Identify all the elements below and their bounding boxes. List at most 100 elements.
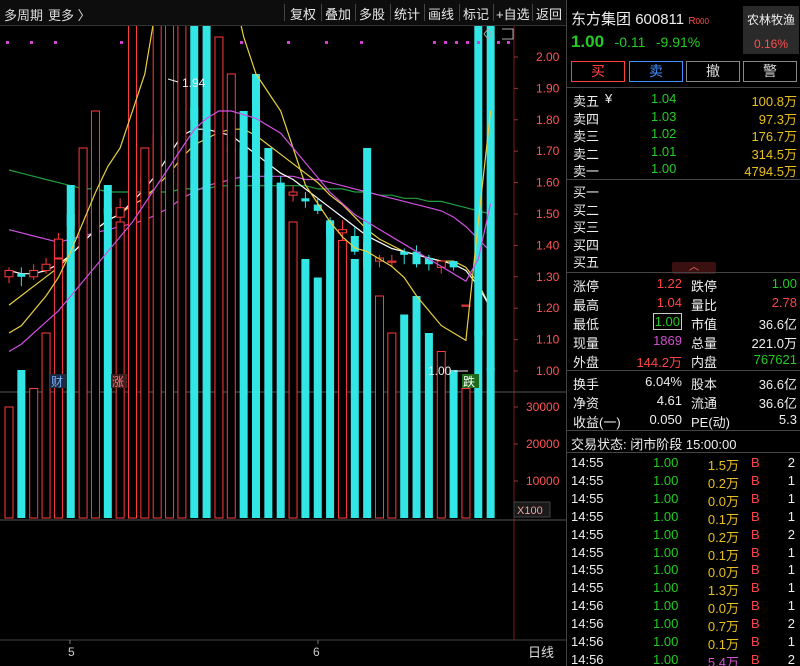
event-dot — [433, 41, 436, 44]
trade-status: 交易状态: 闭市阶段 15:00:00 — [571, 437, 737, 452]
buy-button[interactable]: 买 — [571, 61, 625, 82]
tick-time: 14:55 — [571, 526, 604, 542]
volume-bar — [301, 259, 310, 518]
tick-time: 14:56 — [571, 598, 604, 614]
stats2-row: 净资 4.61 流通 36.6亿 — [567, 392, 800, 411]
stats-row: 现量 1869 总量 221.0万 — [567, 332, 800, 351]
stat-label: 换手 — [573, 377, 600, 392]
tick-row: 14:55 1.00 1.5万 B 2 — [567, 454, 800, 473]
candle-body — [288, 191, 298, 196]
stock-name: 东方集团 — [571, 11, 632, 28]
tick-time: 14:55 — [571, 508, 604, 524]
event-dot — [360, 41, 363, 44]
sector-box[interactable]: 农林牧渔 0.16% — [743, 6, 799, 54]
overlay-button[interactable]: 叠加 — [325, 4, 351, 23]
mark-button[interactable]: 标记 — [463, 4, 489, 23]
stat-value: 36.6亿 — [758, 317, 797, 332]
candle-body — [337, 229, 347, 234]
tick-price: 1.00 — [653, 598, 679, 614]
buy-level-1[interactable]: 买一 — [567, 181, 800, 200]
volume-bar — [177, 26, 187, 519]
buy-level-4[interactable]: 买四 — [567, 234, 800, 253]
tick-side: B — [751, 562, 760, 578]
candle-body — [449, 261, 458, 268]
alert-button[interactable]: 警 — [743, 61, 797, 82]
volume-bar — [449, 370, 458, 518]
buy-level-2[interactable]: 买二 — [567, 199, 800, 218]
multi-period-button[interactable]: 多周期 — [4, 5, 43, 24]
yen-icon: ¥ — [605, 91, 613, 106]
quote-panel: 东方集团 600811 R000 农林牧渔 0.16% 1.00 -0.11 -… — [566, 0, 800, 666]
multi-stock-button[interactable]: 多股 — [359, 4, 385, 23]
tick-price: 1.00 — [653, 544, 679, 560]
tick-time: 14:56 — [571, 616, 604, 632]
volume-bar — [17, 370, 26, 518]
price-tick-label: 1.50 — [536, 207, 560, 221]
candle-body — [41, 263, 51, 272]
sell-level-2[interactable]: 卖二 1.01 314.5万 — [567, 143, 800, 162]
tick-side: B — [751, 634, 760, 649]
tick-side: B — [751, 490, 760, 506]
sell-button[interactable]: 卖 — [629, 61, 683, 82]
tick-price: 1.00 — [653, 634, 679, 649]
tick-time: 14:56 — [571, 634, 604, 649]
sell-level-price: 1.04 — [651, 91, 677, 106]
tick-count: 1 — [787, 580, 795, 596]
volume-tick-label: 20000 — [526, 437, 560, 451]
volume-bar — [103, 185, 112, 518]
stat-label: PE(动) — [691, 415, 731, 430]
adjust-button[interactable]: 复权 — [290, 4, 316, 23]
stat-value: 221.0万 — [751, 336, 797, 351]
stat-label: 净资 — [573, 396, 600, 411]
tick-side: B — [751, 526, 760, 542]
tick-row: 14:55 1.00 0.0万 B 1 — [567, 561, 800, 580]
sell-level-price: 1.00 — [651, 161, 677, 176]
stat-value: 2.78 — [771, 295, 797, 310]
tick-time: 14:55 — [571, 490, 604, 506]
stat-value: 36.6亿 — [758, 396, 797, 411]
volume-bar — [461, 388, 471, 519]
more-label: 更多 — [48, 8, 75, 23]
more-button[interactable]: 更多 〉 — [48, 5, 91, 24]
tick-row: 14:56 1.00 5.4万 B 2 — [567, 651, 800, 666]
stats-row: 最高 1.04 量比 2.78 — [567, 294, 800, 313]
volume-bar — [326, 222, 335, 518]
stat-label: 流通 — [691, 396, 718, 411]
tick-row: 14:55 1.00 0.0万 B 1 — [567, 490, 800, 509]
sell-level-price: 1.03 — [651, 108, 677, 124]
candle-body — [17, 273, 26, 277]
sell-level-price: 1.01 — [651, 143, 677, 159]
tick-count: 1 — [787, 598, 795, 614]
volume-bar — [239, 111, 248, 518]
add-watchlist-button[interactable]: +自选 — [496, 4, 530, 23]
draw-line-button[interactable]: 画线 — [428, 4, 454, 23]
stat-label: 外盘 — [573, 355, 600, 370]
tick-row: 14:56 1.00 0.1万 B 1 — [567, 633, 800, 652]
sell-level-3[interactable]: 卖三 1.02 176.7万 — [567, 125, 800, 144]
cancel-order-button[interactable]: 撤 — [686, 61, 740, 82]
statistics-button[interactable]: 统计 — [394, 4, 420, 23]
tick-count: 2 — [787, 616, 795, 632]
panel-toggle-icon[interactable] — [502, 28, 514, 40]
tick-side: B — [751, 508, 760, 524]
price-tick-label: 1.10 — [536, 333, 560, 347]
candlestick-chart[interactable]: 1.94 1.00 2.00 1.90 1.80 1.70 1.60 1.50 1.40 1.… — [0, 26, 566, 666]
volume-bar — [41, 332, 51, 519]
buy-level-3[interactable]: 买三 — [567, 216, 800, 235]
tick-time: 14:56 — [571, 651, 604, 666]
volume-bar — [152, 26, 162, 519]
sell-level-5[interactable]: 卖五 ¥1.04 100.8万 — [567, 90, 800, 109]
tick-count: 1 — [787, 634, 795, 649]
daily-period-label[interactable]: 日线 — [528, 646, 554, 661]
sell-level-4[interactable]: 卖四 1.03 97.3万 — [567, 108, 800, 127]
sell-level-1[interactable]: 卖一 1.00 4794.5万 — [567, 160, 800, 179]
stat-label: 总量 — [691, 336, 718, 351]
fall-badge-text: 跌 — [463, 374, 475, 389]
tick-count: 1 — [787, 508, 795, 524]
event-dot — [497, 41, 500, 44]
volume-bar — [252, 74, 260, 518]
stat-label: 股本 — [691, 377, 718, 392]
stock-code: 600811 — [635, 11, 685, 28]
back-button[interactable]: 返回 — [536, 4, 562, 23]
tick-price: 1.00 — [653, 490, 679, 506]
